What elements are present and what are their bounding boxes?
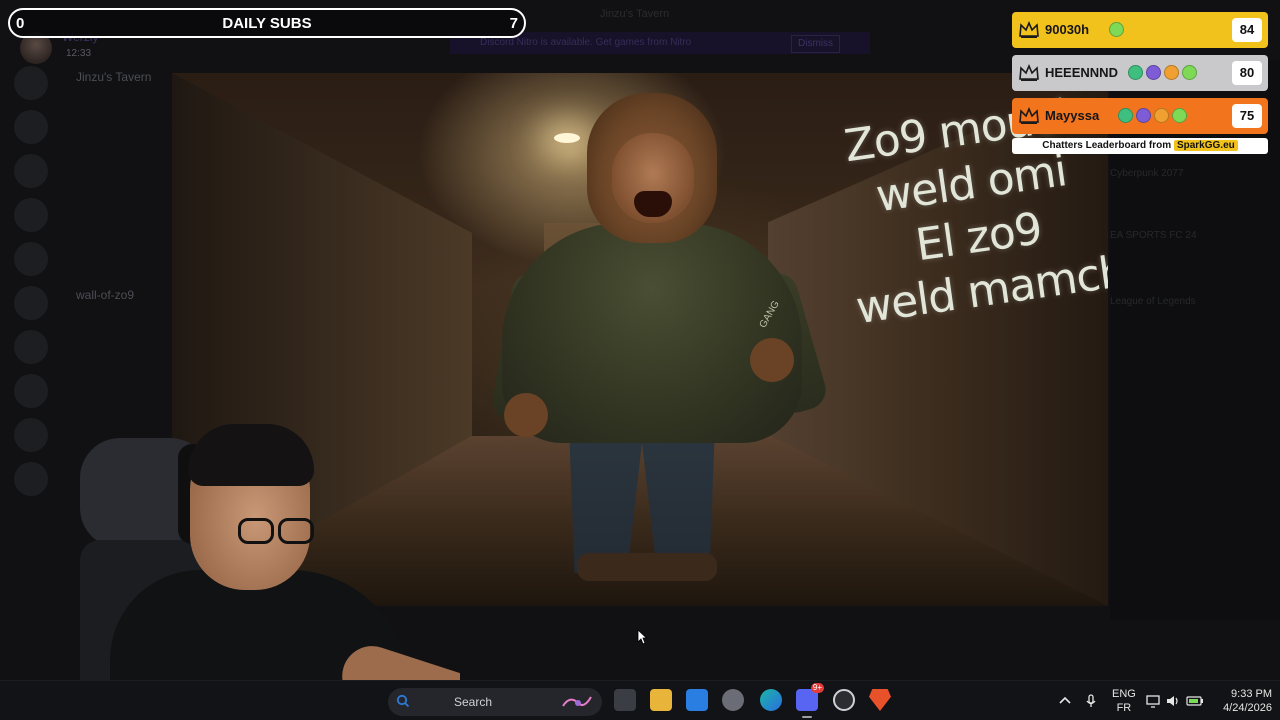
chevron-up-icon[interactable]: [1057, 693, 1073, 709]
server-icon[interactable]: [14, 110, 48, 144]
nitro-banner-text: Discord Nitro is available. Get games fr…: [480, 37, 692, 48]
edge-icon[interactable]: [760, 689, 782, 711]
badge-icon: [1172, 108, 1187, 123]
leaderboard-score: 80: [1232, 61, 1262, 85]
badge-icon: [1118, 108, 1133, 123]
windows-taskbar: Search 9+ ENG FR 9:33 PM 4/24/2026: [0, 680, 1280, 720]
leaderboard-badges: [1109, 22, 1124, 38]
crown-icon: [1019, 106, 1039, 124]
window-title: Jinzu's Tavern: [600, 8, 670, 20]
clock-time: 9:33 PM: [1231, 688, 1272, 700]
store-icon[interactable]: [686, 689, 708, 711]
badge-icon: [1109, 22, 1124, 37]
glasses: [238, 518, 274, 544]
leaderboard-row: 90030h 84: [1012, 12, 1268, 48]
language-secondary: FR: [1116, 702, 1132, 714]
steam-icon[interactable]: [833, 689, 855, 711]
badge-icon: [1154, 108, 1169, 123]
webcam-overlay: ✦ ✧ ✦: [40, 420, 460, 720]
language-indicator[interactable]: ENG FR: [1112, 687, 1136, 717]
discord-icon[interactable]: 9+: [796, 683, 824, 718]
leaderboard-footer: Chatters Leaderboard from SparkGG.eu: [1012, 138, 1268, 154]
search-placeholder: Search: [454, 695, 493, 709]
daily-subs-current: 0: [16, 15, 25, 32]
discord-badge: 9+: [810, 683, 824, 693]
badge-icon: [1182, 65, 1197, 80]
badge-icon: [1128, 65, 1143, 80]
ceiling-lamp: [554, 133, 580, 143]
badge-icon: [1164, 65, 1179, 80]
activity-item[interactable]: EA SPORTS FC 24: [1110, 230, 1197, 241]
server-icon[interactable]: [14, 66, 48, 100]
settings-app-icon[interactable]: [722, 689, 744, 711]
leaderboard-badges: [1128, 65, 1197, 81]
leaderboard-brand: SparkGG.eu: [1173, 140, 1238, 151]
server-icon[interactable]: [14, 286, 48, 320]
badge-icon: [1136, 108, 1151, 123]
daily-subs-bar: DAILY SUBS 0 7: [8, 8, 526, 38]
task-view-icon[interactable]: [614, 689, 636, 711]
battery-icon[interactable]: [1186, 693, 1204, 709]
clock[interactable]: 9:33 PM 4/24/2026: [1210, 687, 1272, 717]
leaderboard-row: Mayyssa 75: [1012, 98, 1268, 134]
search-icon: [396, 694, 410, 708]
leaderboard-score: 75: [1232, 104, 1262, 128]
creature-hand: [750, 338, 794, 382]
message-timestamp: 12:33: [66, 48, 92, 59]
creature-hand: [504, 393, 548, 437]
leaderboard-row: HEEENNND 80: [1012, 55, 1268, 91]
file-explorer-icon[interactable]: [650, 689, 672, 711]
server-icon[interactable]: [14, 242, 48, 276]
leaderboard-name: Mayyssa: [1045, 108, 1100, 123]
microphone-icon[interactable]: [1083, 693, 1099, 709]
daily-subs-goal: 7: [509, 15, 518, 32]
clock-date: 4/24/2026: [1223, 702, 1272, 714]
leaderboard-name: HEEENNND: [1045, 65, 1118, 80]
server-icon[interactable]: [14, 330, 48, 364]
language-primary: ENG: [1112, 688, 1136, 700]
stream-screen: Jinzu's Tavern Discord Nitro is availabl…: [0, 0, 1280, 720]
monkey-mouth: [634, 191, 672, 217]
volume-icon[interactable]: [1165, 693, 1181, 709]
network-icon[interactable]: [1145, 693, 1161, 709]
crown-icon: [1019, 20, 1039, 38]
chatters-leaderboard: 90030h 84 HEEENNND 80 Mayyssa 75 Chatter…: [1012, 12, 1268, 154]
mouse-cursor-icon: [637, 629, 647, 645]
server-name[interactable]: Jinzu's Tavern: [76, 70, 151, 84]
crown-icon: [1019, 63, 1039, 81]
badge-icon: [1146, 65, 1161, 80]
taskbar-search[interactable]: Search: [388, 688, 602, 716]
search-highlight-icon: [562, 696, 592, 707]
server-icon[interactable]: [14, 374, 48, 408]
daily-subs-title: DAILY SUBS: [222, 15, 312, 32]
activity-item[interactable]: Cyberpunk 2077: [1110, 168, 1183, 179]
leaderboard-name: 90030h: [1045, 22, 1090, 37]
leaderboard-footer-text: Chatters Leaderboard from: [1042, 140, 1172, 151]
activity-item[interactable]: League of Legends: [1110, 296, 1196, 307]
leaderboard-score: 84: [1232, 18, 1262, 42]
banner-dismiss-button[interactable]: Dismiss: [791, 35, 840, 53]
channel-item-wall-of-zo9[interactable]: wall-of-zo9: [76, 288, 134, 302]
server-icon[interactable]: [14, 154, 48, 188]
streamer-hair: [188, 424, 314, 486]
server-icon[interactable]: [14, 198, 48, 232]
glasses: [278, 518, 314, 544]
leaderboard-badges: [1118, 108, 1187, 124]
hoodie-text: GANG: [757, 298, 782, 331]
creature-boots: [577, 553, 717, 581]
brave-icon[interactable]: [869, 689, 891, 711]
